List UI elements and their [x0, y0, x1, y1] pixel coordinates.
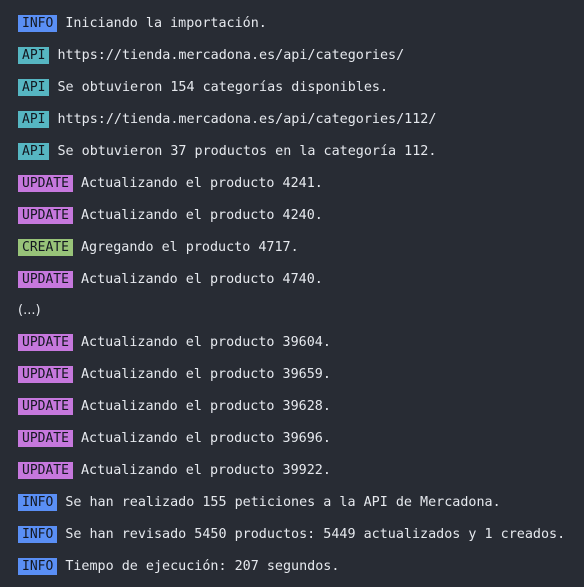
- log-message: Actualizando el producto 39604.: [80, 334, 331, 350]
- update-badge: UPDATE: [18, 174, 73, 192]
- log-line-api: API https://tienda.mercadona.es/api/categ…: [18, 110, 436, 128]
- log-line-update: UPDATE Actualizando el producto 39659.: [18, 365, 331, 383]
- log-line-update: UPDATE Actualizando el producto 39628.: [18, 397, 331, 415]
- log-line-info: INFO Se han revisado 5450 productos: 5449…: [18, 525, 565, 543]
- info-badge: INFO: [18, 14, 58, 32]
- log-message: https://tienda.mercadona.es/api/categori…: [57, 111, 437, 127]
- log-line-update: UPDATE Actualizando el producto 4240.: [18, 206, 323, 224]
- api-badge: API: [18, 110, 50, 128]
- log-line-api: API Se obtuvieron 37 productos en la cate…: [18, 142, 436, 160]
- log-line-update: UPDATE Actualizando el producto 39922.: [18, 461, 331, 479]
- api-badge: API: [18, 78, 50, 96]
- log-line-api: API https://tienda.mercadona.es/api/categ…: [18, 46, 404, 64]
- info-badge: INFO: [18, 557, 58, 575]
- log-line-create: CREATE Agregando el producto 4717.: [18, 238, 299, 256]
- log-line-update: UPDATE Actualizando el producto 4241.: [18, 174, 323, 192]
- log-line-ellipsis: (...): [18, 301, 41, 319]
- info-badge: INFO: [18, 525, 58, 543]
- log-message: Actualizando el producto 39659.: [80, 366, 331, 382]
- update-badge: UPDATE: [18, 365, 73, 383]
- log-message: Actualizando el producto 4241.: [80, 175, 323, 191]
- update-badge: UPDATE: [18, 461, 73, 479]
- log-line-update: UPDATE Actualizando el producto 4740.: [18, 270, 323, 288]
- log-message: https://tienda.mercadona.es/api/categori…: [57, 47, 405, 63]
- log-message: Actualizando el producto 39922.: [80, 462, 331, 478]
- log-message: Se obtuvieron 37 productos en la categor…: [57, 143, 437, 159]
- log-line-update: UPDATE Actualizando el producto 39604.: [18, 333, 331, 351]
- log-line-info: INFO Se han realizado 155 peticiones a la…: [18, 493, 501, 511]
- log-line-api: API Se obtuvieron 154 categorías disponib…: [18, 78, 388, 96]
- update-badge: UPDATE: [18, 429, 73, 447]
- log-message: Se obtuvieron 154 categorías disponibles…: [57, 79, 389, 95]
- log-message: Tiempo de ejecución: 207 segundos.: [65, 558, 340, 574]
- log-line-info: INFO Tiempo de ejecución: 207 segundos.: [18, 557, 339, 575]
- log-message: Iniciando la importación.: [65, 15, 267, 31]
- create-badge: CREATE: [18, 238, 73, 256]
- log-line-info: INFO Iniciando la importación.: [18, 14, 267, 32]
- log-message: Actualizando el producto 39696.: [80, 430, 331, 446]
- api-badge: API: [18, 142, 50, 160]
- log-message: Se han realizado 155 peticiones a la API…: [65, 494, 501, 510]
- log-message: Agregando el producto 4717.: [80, 239, 299, 255]
- info-badge: INFO: [18, 493, 58, 511]
- update-badge: UPDATE: [18, 333, 73, 351]
- update-badge: UPDATE: [18, 270, 73, 288]
- log-message: Actualizando el producto 39628.: [80, 398, 331, 414]
- update-badge: UPDATE: [18, 397, 73, 415]
- log-message: Actualizando el producto 4740.: [80, 271, 323, 287]
- api-badge: API: [18, 46, 50, 64]
- log-message: Actualizando el producto 4240.: [80, 207, 323, 223]
- update-badge: UPDATE: [18, 206, 73, 224]
- ellipsis-text: (...): [18, 302, 41, 318]
- log-message: Se han revisado 5450 productos: 5449 act…: [65, 526, 566, 542]
- log-line-update: UPDATE Actualizando el producto 39696.: [18, 429, 331, 447]
